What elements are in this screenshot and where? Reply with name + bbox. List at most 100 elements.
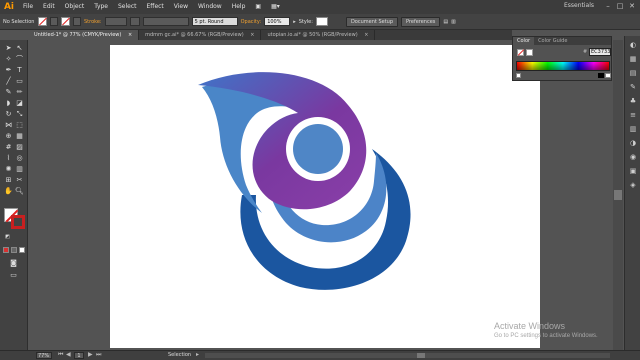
menu-file[interactable]: File — [18, 0, 38, 14]
close-button[interactable]: ✕ — [626, 0, 638, 12]
none-swatch[interactable] — [516, 73, 521, 78]
color-mode-icon[interactable] — [3, 247, 9, 253]
drawing-modes-icon[interactable]: ◙ — [9, 259, 18, 268]
blob-brush-tool-icon[interactable]: ◗ — [4, 99, 13, 108]
blend-tool-icon[interactable]: ◎ — [15, 154, 24, 163]
none-mode-icon[interactable] — [19, 247, 25, 253]
graphic-style-swatch[interactable] — [315, 17, 328, 26]
type-tool-icon[interactable]: T — [15, 66, 24, 75]
shape-builder-tool-icon[interactable]: ⊕ — [4, 132, 13, 141]
menu-select[interactable]: Select — [113, 0, 142, 14]
opacity-arrow-icon[interactable]: ▸ — [293, 19, 296, 25]
tab-utopian-io[interactable]: utopian.io.ai* @ 50% (RGB/Preview) × — [261, 30, 376, 40]
fill-swatch[interactable] — [38, 17, 47, 26]
first-artboard-icon[interactable]: ⏮ — [58, 351, 63, 359]
menu-window[interactable]: Window — [193, 0, 227, 14]
menu-view[interactable]: View — [169, 0, 193, 14]
h-scroll-thumb[interactable] — [417, 353, 425, 358]
paintbrush-tool-icon[interactable]: ✎ — [4, 88, 13, 97]
tab-color-guide[interactable]: Color Guide — [534, 37, 571, 45]
workspace-switcher[interactable]: Essentials — [564, 2, 594, 9]
zoom-tool-icon[interactable]: 🔍︎ — [15, 187, 24, 196]
scale-tool-icon[interactable]: ⤡ — [15, 110, 24, 119]
arrange-icon[interactable]: ▦▾ — [266, 0, 285, 14]
panel-fill-swatch[interactable] — [517, 49, 525, 56]
tab-close-icon[interactable]: × — [250, 32, 254, 38]
zoom-field[interactable]: 77% — [36, 352, 52, 359]
transform-icon[interactable]: ▥ — [451, 19, 456, 25]
opacity-label[interactable]: Opacity: — [241, 19, 262, 25]
mesh-tool-icon[interactable]: # — [4, 143, 13, 152]
rectangle-tool-icon[interactable]: ▭ — [15, 77, 24, 86]
gradient-icon[interactable]: ▥ — [627, 124, 639, 134]
menu-effect[interactable]: Effect — [142, 0, 169, 14]
line-tool-icon[interactable]: ╱ — [4, 77, 13, 86]
tab-close-icon[interactable]: × — [364, 32, 368, 38]
slice-tool-icon[interactable]: ✂ — [15, 176, 24, 185]
artboard-tool-icon[interactable]: ⊞ — [4, 176, 13, 185]
bridge-icon[interactable]: ▣ — [250, 0, 266, 14]
artboard-number-field[interactable]: 1 — [74, 352, 84, 359]
stroke-color-icon[interactable] — [11, 215, 25, 229]
align-icon[interactable]: ▤ — [443, 19, 448, 25]
color-spectrum[interactable] — [516, 61, 610, 71]
next-artboard-icon[interactable]: ▶ — [88, 351, 93, 358]
maximize-button[interactable]: □ — [614, 0, 626, 12]
appearance-icon[interactable]: ◉ — [627, 152, 639, 162]
stroke-swatch[interactable] — [61, 17, 70, 26]
color-panel-icon[interactable]: ◐ — [627, 40, 639, 50]
magic-wand-tool-icon[interactable]: ✧ — [4, 55, 13, 64]
eyedropper-tool-icon[interactable]: ⌇ — [4, 154, 13, 163]
scroll-thumb[interactable] — [614, 190, 622, 200]
pencil-tool-icon[interactable]: ✏ — [15, 88, 24, 97]
tab-untitled-1[interactable]: Untitled-1* @ 77% (CMYK/Preview) × — [28, 30, 140, 40]
tab-mdmm-gc[interactable]: mdmm gc.ai* @ 66.67% (RGB/Preview) × — [139, 30, 262, 40]
black-swatch[interactable] — [598, 73, 604, 78]
column-graph-tool-icon[interactable]: ▥ — [15, 165, 24, 174]
gradient-mode-icon[interactable] — [11, 247, 17, 253]
preferences-button[interactable]: Preferences — [401, 16, 441, 27]
variable-width-profile[interactable] — [142, 17, 189, 26]
direct-selection-tool-icon[interactable]: ↖ — [15, 44, 24, 53]
stroke-weight-dropdown[interactable] — [129, 17, 140, 26]
screen-mode-icon[interactable]: ▭ — [9, 271, 18, 280]
symbols-icon[interactable]: ♣ — [627, 96, 639, 106]
prev-artboard-icon[interactable]: ◀ — [66, 351, 71, 358]
panel-stroke-swatch[interactable] — [526, 49, 533, 56]
gradient-tool-icon[interactable]: ▨ — [15, 143, 24, 152]
menu-edit[interactable]: Edit — [38, 0, 60, 14]
fill-dropdown[interactable] — [50, 17, 58, 26]
brush-definition[interactable]: 5 pt. Round — [191, 17, 238, 26]
document-setup-button[interactable]: Document Setup — [345, 16, 398, 27]
logo-artwork[interactable] — [110, 45, 540, 348]
tab-close-icon[interactable]: × — [128, 32, 132, 38]
opacity-field[interactable]: 100% — [264, 17, 291, 26]
width-tool-icon[interactable]: ⋈ — [4, 121, 13, 130]
selection-tool-icon[interactable]: ➤ — [4, 44, 13, 53]
hand-tool-icon[interactable]: ✋ — [4, 187, 13, 196]
pen-tool-icon[interactable]: ✒ — [4, 66, 13, 75]
default-colors-icon[interactable]: ◩ — [3, 233, 12, 242]
graphic-styles-icon[interactable]: ▣ — [627, 166, 639, 176]
stroke-dropdown[interactable] — [73, 17, 81, 26]
stroke-icon[interactable]: ≡ — [627, 110, 639, 120]
symbol-sprayer-tool-icon[interactable]: ✺ — [4, 165, 13, 174]
vertical-scrollbar[interactable] — [613, 40, 623, 350]
transparency-icon[interactable]: ◑ — [627, 138, 639, 148]
status-menu-icon[interactable]: ▸ — [196, 351, 199, 358]
horizontal-scrollbar[interactable] — [205, 353, 610, 358]
brushes-icon[interactable]: ✎ — [627, 82, 639, 92]
free-transform-tool-icon[interactable]: ⬚ — [15, 121, 24, 130]
artboard[interactable] — [110, 45, 540, 348]
menu-object[interactable]: Object — [60, 0, 90, 14]
tab-color[interactable]: Color — [513, 37, 535, 45]
layers-icon[interactable]: ◈ — [627, 180, 639, 190]
color-guide-icon[interactable]: ▦ — [627, 54, 639, 64]
rotate-tool-icon[interactable]: ↻ — [4, 110, 13, 119]
eraser-tool-icon[interactable]: ◪ — [15, 99, 24, 108]
lasso-tool-icon[interactable]: ⌒ — [15, 55, 24, 64]
white-swatch[interactable] — [605, 73, 611, 78]
perspective-grid-tool-icon[interactable]: ▦ — [15, 132, 24, 141]
swatches-icon[interactable]: ▤ — [627, 68, 639, 78]
minimize-button[interactable]: – — [602, 0, 614, 12]
